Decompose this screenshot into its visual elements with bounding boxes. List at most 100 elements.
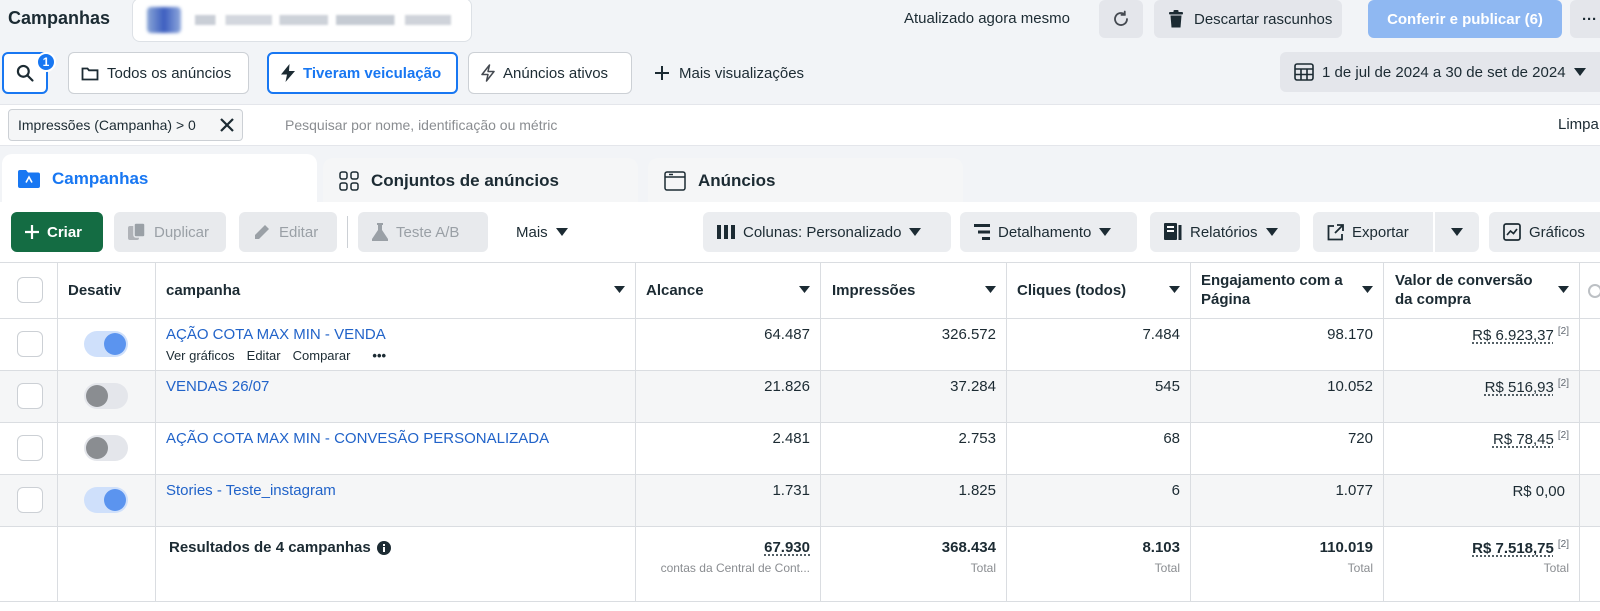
account-avatar-blurred — [147, 7, 181, 33]
view-delivered-button[interactable]: Tiveram veiculação — [267, 52, 458, 94]
filter-chip[interactable]: Impressões (Campanha) > 0 — [8, 109, 243, 141]
column-header-clicks[interactable]: Cliques (todos) — [1017, 262, 1190, 318]
conversion-value: R$ 516,93 [2] — [1384, 378, 1569, 396]
export-label: Exportar — [1352, 223, 1409, 241]
total-conversion-amount: R$ 7.518,75 — [1472, 540, 1554, 557]
review-publish-button[interactable]: Conferir e publicar (6) — [1368, 0, 1562, 38]
grid-line — [1579, 262, 1580, 601]
column-settings-icon[interactable] — [1588, 284, 1600, 298]
ad-icon — [664, 171, 686, 191]
engagement-value: 98.170 — [1327, 326, 1373, 343]
column-header-engagement-line1: Engajamento com a — [1201, 272, 1343, 289]
column-header-toggle[interactable]: Desativ — [68, 262, 152, 318]
columns-button[interactable]: Colunas: Personalizado — [703, 212, 951, 252]
total-engagement: 110.019 — [1319, 539, 1373, 556]
reports-button[interactable]: Relatórios — [1150, 212, 1300, 252]
discard-drafts-button[interactable]: Descartar rascunhos — [1154, 0, 1342, 38]
caret-down-icon — [799, 286, 810, 293]
row-checkbox[interactable] — [17, 383, 43, 409]
tab-ads-label: Anúncios — [698, 171, 776, 190]
date-range-label: 1 de jul de 2024 a 30 de set de 2024 — [1322, 63, 1566, 81]
plus-icon — [655, 66, 669, 80]
row-checkbox[interactable] — [17, 487, 43, 513]
engagement-value: 10.052 — [1327, 378, 1373, 395]
clear-filters-link[interactable]: Limpa — [1558, 116, 1599, 133]
edit-link[interactable]: Editar — [247, 348, 281, 363]
search-bar: Impressões (Campanha) > 0 Limpa — [0, 104, 1600, 146]
campaign-toggle[interactable] — [84, 435, 128, 461]
campaign-toggle[interactable] — [84, 383, 128, 409]
breakdown-icon — [974, 224, 990, 240]
conversion-note: [2] — [1557, 430, 1569, 441]
top-bar: Campanhas Atualizado agora mesmo Descart… — [0, 0, 1600, 42]
campaign-name-link[interactable]: Stories - Teste_instagram — [166, 482, 336, 499]
caret-down-icon — [985, 286, 996, 293]
conversion-amount: R$ 78,45 — [1492, 431, 1554, 448]
column-header-conversion[interactable]: Valor de conversão da compra — [1395, 262, 1579, 318]
export-button[interactable]: Exportar — [1313, 212, 1433, 252]
info-icon[interactable] — [376, 540, 391, 555]
more-actions-icon[interactable]: ••• — [372, 348, 386, 363]
row-checkbox[interactable] — [17, 435, 43, 461]
duplicate-button[interactable]: Duplicar — [114, 212, 226, 252]
columns-icon — [717, 225, 735, 239]
campaign-name-link[interactable]: AÇÃO COTA MAX MIN - CONVESÃO PERSONALIZA… — [166, 430, 549, 447]
view-charts-link[interactable]: Ver gráficos — [166, 348, 235, 363]
grid-line — [0, 526, 1600, 527]
edit-button[interactable]: Editar — [239, 212, 337, 252]
tab-ads[interactable]: Anúncios — [648, 158, 963, 204]
view-all-ads-button[interactable]: Todos os anúncios — [68, 52, 249, 94]
charts-button[interactable]: Gráficos — [1489, 212, 1600, 252]
column-header-campaign-label: campanha — [166, 281, 241, 299]
close-icon[interactable] — [220, 118, 234, 132]
export-options-button[interactable] — [1435, 212, 1479, 252]
account-selector[interactable] — [132, 0, 472, 42]
more-actions-button[interactable]: Mais — [502, 212, 582, 252]
conversion-amount: R$ 516,93 — [1484, 379, 1554, 396]
caret-down-icon — [1362, 286, 1373, 293]
campaign-toggle[interactable] — [84, 487, 128, 513]
chart-icon — [1503, 223, 1521, 241]
tab-ad-sets[interactable]: Conjuntos de anúncios — [323, 158, 638, 204]
column-header-reach[interactable]: Alcance — [646, 262, 820, 318]
folder-icon — [81, 67, 99, 80]
column-header-engagement[interactable]: Engajamento com a Página — [1201, 262, 1383, 318]
column-header-impressions-label: Impressões — [832, 281, 916, 299]
row-actions: Ver gráficos Editar Comparar ••• — [166, 348, 386, 363]
date-range-picker[interactable]: 1 de jul de 2024 a 30 de set de 2024 — [1280, 52, 1600, 92]
select-all-checkbox[interactable] — [17, 277, 43, 303]
edit-label: Editar — [279, 223, 319, 241]
campaign-toggle[interactable] — [84, 331, 128, 357]
more-views-label: Mais visualizações — [679, 64, 805, 82]
column-header-conversion-line1: Valor de conversão — [1395, 272, 1533, 289]
tab-campaigns[interactable]: Campanhas — [2, 154, 317, 204]
conversion-amount: R$ 6.923,37 — [1472, 327, 1554, 344]
create-button[interactable]: Criar — [11, 212, 103, 252]
caret-down-icon — [1573, 68, 1586, 76]
filter-count-badge: 1 — [36, 52, 56, 72]
refresh-button[interactable] — [1099, 0, 1143, 38]
view-active-ads-button[interactable]: Anúncios ativos — [468, 52, 632, 94]
column-header-campaign[interactable]: campanha — [166, 262, 635, 318]
campaign-name-link[interactable]: AÇÃO COTA MAX MIN - VENDA — [166, 326, 386, 343]
campaign-name-link[interactable]: VENDAS 26/07 — [166, 378, 269, 395]
conversion-value: R$ 0,00 — [1384, 482, 1569, 500]
more-options-button[interactable]: ··· — [1570, 0, 1600, 38]
row-checkbox[interactable] — [17, 331, 43, 357]
grid-line — [0, 370, 1600, 371]
filter-chip-label: Impressões (Campanha) > 0 — [18, 117, 196, 133]
search-input[interactable] — [285, 113, 591, 137]
clicks-value: 68 — [1163, 430, 1180, 447]
compare-link[interactable]: Comparar — [293, 348, 351, 363]
ab-test-button[interactable]: Teste A/B — [358, 212, 488, 252]
total-impressions-sub: Total — [970, 561, 996, 575]
column-header-impressions[interactable]: Impressões — [832, 262, 1006, 318]
caret-down-icon — [1558, 286, 1569, 293]
duplicate-icon — [128, 223, 146, 240]
total-engagement-sub: Total — [1347, 561, 1373, 575]
more-views-button[interactable]: Mais visualizações — [655, 52, 804, 94]
account-name-blurred — [195, 15, 451, 25]
duplicate-label: Duplicar — [154, 223, 210, 241]
breakdown-button[interactable]: Detalhamento — [960, 212, 1137, 252]
toolbar-divider — [347, 216, 348, 248]
